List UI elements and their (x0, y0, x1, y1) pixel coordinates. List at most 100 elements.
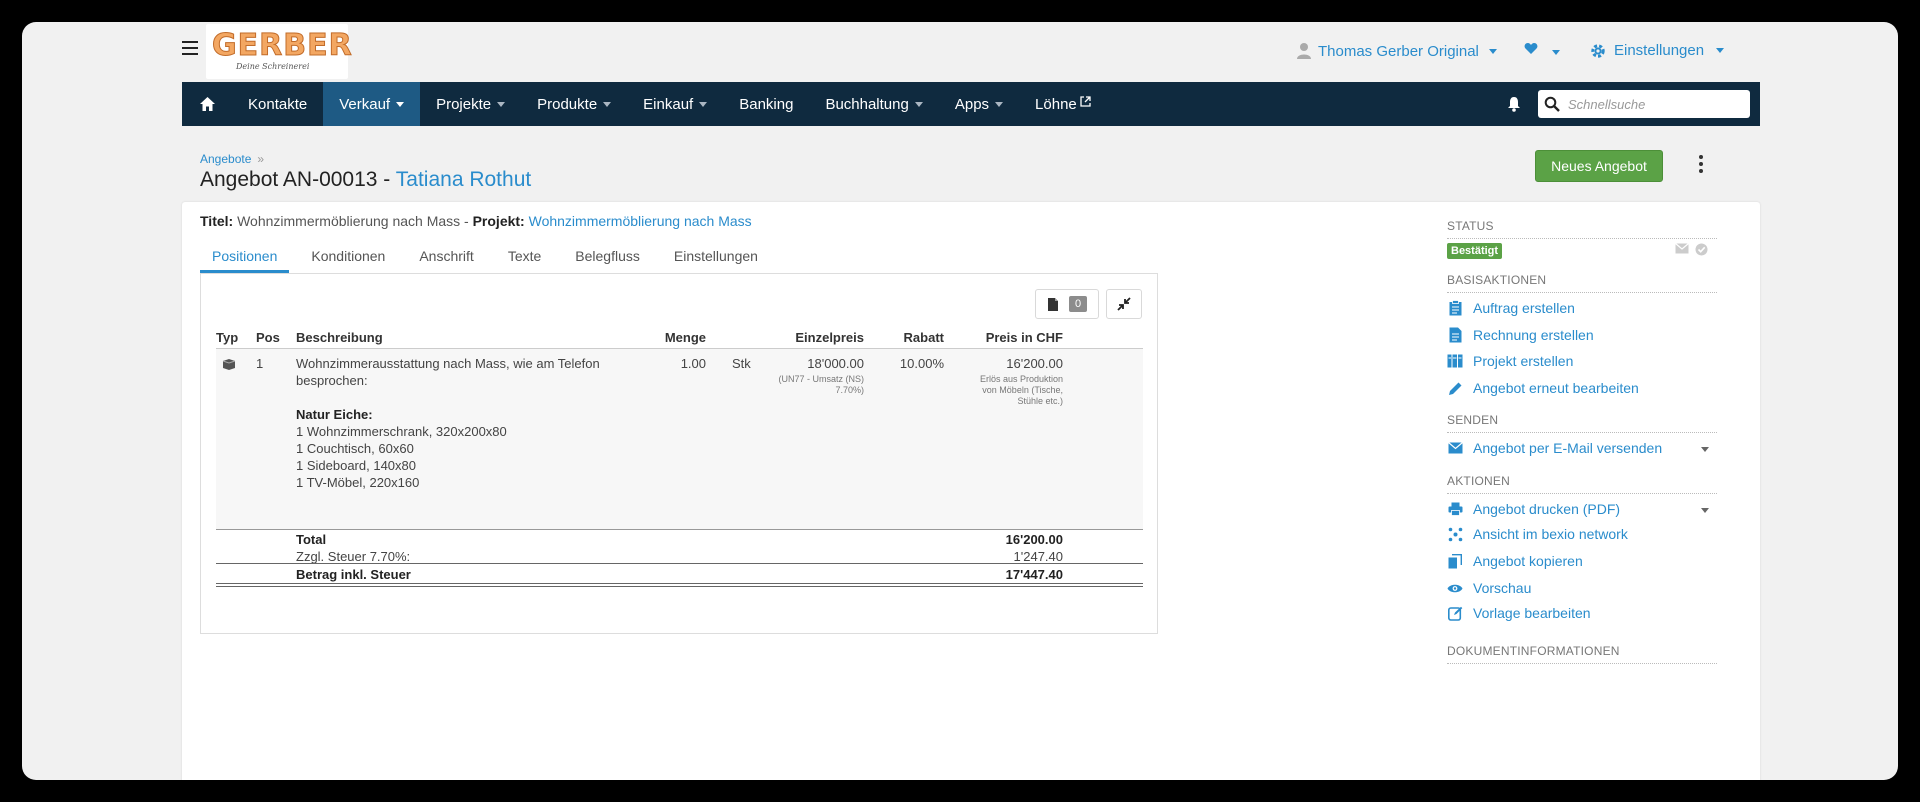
project-link[interactable]: Wohnzimmermöblierung nach Mass (529, 213, 752, 229)
print-pdf-link[interactable]: Angebot drucken (PDF) (1447, 501, 1620, 517)
printer-icon (1448, 502, 1462, 516)
account-note-line: Stühle etc.) (1017, 396, 1063, 406)
documents-button[interactable]: 0 (1035, 289, 1099, 319)
edit-template-link[interactable]: Vorlage bearbeiten (1447, 605, 1591, 621)
send-email-link[interactable]: Angebot per E-Mail versenden (1447, 440, 1662, 456)
row-preis: 16'200.00 (1006, 356, 1063, 371)
collapse-button[interactable] (1106, 289, 1142, 319)
desc-line: besprochen: (296, 373, 368, 388)
link-label: Angebot kopieren (1473, 553, 1583, 569)
nav-label: Verkauf (339, 95, 391, 113)
col-header-typ: Typ (216, 330, 239, 345)
row-description[interactable]: Wohnzimmerausstattung nach Mass, wie am … (296, 355, 626, 491)
notifications-button[interactable] (1498, 96, 1530, 112)
project-label: Projekt: (472, 213, 525, 229)
row-einzelpreis: 18'000.00 (807, 356, 864, 371)
tax-note-line: (UN77 - Umsatz (NS) (778, 374, 864, 384)
senden-heading: Senden (1447, 413, 1717, 433)
quick-search[interactable] (1538, 90, 1750, 118)
nav-label: Löhne (1035, 95, 1077, 113)
nav-label: Kontakte (248, 95, 308, 113)
company-logo[interactable]: GERBER Deine Schreinerei (206, 24, 352, 79)
grand-total-divider (216, 563, 1143, 564)
row-menge: 1.00 (680, 356, 706, 371)
bexio-network-link[interactable]: Ansicht im bexio network (1447, 526, 1628, 542)
create-order-link[interactable]: Auftrag erstellen (1447, 300, 1575, 316)
top-bar: GERBER Deine Schreinerei Thomas Gerber O… (22, 22, 1898, 82)
nav-item-loehne[interactable]: Löhne (1019, 82, 1107, 126)
nav-label: Projekte (436, 95, 492, 113)
chevron-down-icon (497, 101, 506, 107)
settings-menu[interactable]: Einstellungen (1590, 42, 1725, 59)
user-menu[interactable]: Thomas Gerber Original (1296, 42, 1497, 60)
status-heading: Status (1447, 219, 1717, 239)
document-count: 0 (1068, 296, 1088, 312)
edit-offer-link[interactable]: Angebot erneut bearbeiten (1447, 380, 1639, 396)
desc-line: Wohnzimmerausstattung nach Mass, wie am … (296, 356, 600, 371)
search-input[interactable] (1568, 96, 1738, 112)
aktionen-heading: Aktionen (1447, 474, 1717, 494)
row-pos: 1 (256, 356, 264, 371)
title-label: Titel: (200, 213, 234, 229)
favorites-menu[interactable] (1524, 42, 1561, 59)
chevron-down-icon (1716, 48, 1725, 53)
preview-link[interactable]: Vorschau (1447, 580, 1531, 596)
tab-anschrift[interactable]: Anschrift (407, 238, 485, 273)
link-label: Vorschau (1473, 580, 1532, 596)
nav-item-produkte[interactable]: Produkte (521, 82, 627, 126)
chevron-down-icon (914, 101, 923, 107)
nav-item-buchhaltung[interactable]: Buchhaltung (809, 82, 938, 126)
nav-home[interactable] (182, 82, 232, 126)
link-label: Auftrag erstellen (1473, 300, 1575, 316)
print-options-chevron-icon[interactable] (1701, 508, 1709, 513)
user-name: Thomas Gerber Original (1318, 42, 1479, 60)
app-window: GERBER Deine Schreinerei Thomas Gerber O… (22, 22, 1898, 780)
nav-item-banking[interactable]: Banking (723, 82, 809, 126)
send-options-chevron-icon[interactable] (1701, 447, 1709, 452)
network-icon (1448, 527, 1462, 541)
tab-konditionen[interactable]: Konditionen (299, 238, 397, 273)
tab-einstellungen[interactable]: Einstellungen (662, 238, 770, 273)
link-label: Angebot per E-Mail versenden (1473, 440, 1663, 456)
row-tax-note: (UN77 - Umsatz (NS) 7.70%) (764, 374, 864, 396)
envelope-icon (1447, 442, 1463, 454)
compress-icon (1117, 297, 1131, 311)
breadcrumb[interactable]: Angebote » (200, 152, 264, 166)
new-offer-button[interactable]: Neues Angebot (1535, 150, 1663, 182)
clipboard-icon (1449, 300, 1461, 316)
create-project-link[interactable]: Projekt erstellen (1447, 353, 1573, 369)
breadcrumb-link[interactable]: Angebote (200, 152, 251, 166)
chevron-down-icon (1552, 50, 1561, 55)
create-invoice-link[interactable]: Rechnung erstellen (1447, 327, 1594, 343)
more-options-icon[interactable] (1695, 155, 1707, 177)
tab-positionen[interactable]: Positionen (200, 238, 290, 273)
nav-label: Buchhaltung (825, 95, 909, 113)
row-account-note: Erlös aus Produktion von Möbeln (Tische,… (953, 374, 1063, 407)
link-label: Vorlage bearbeiten (1473, 605, 1591, 621)
tab-texte[interactable]: Texte (496, 238, 553, 273)
link-label: Ansicht im bexio network (1473, 526, 1628, 542)
tab-belegfluss[interactable]: Belegfluss (563, 238, 652, 273)
offer-meta: Titel: Wohnzimmermöblierung nach Mass - … (200, 213, 752, 229)
desc-item: 1 Couchtisch, 60x60 (296, 441, 414, 456)
nav-item-apps[interactable]: Apps (939, 82, 1019, 126)
account-note-line: von Möbeln (Tische, (982, 385, 1063, 395)
docinfo-heading: Dokumentinformationen (1447, 644, 1717, 664)
nav-item-einkauf[interactable]: Einkauf (627, 82, 723, 126)
client-link[interactable]: Tatiana Rothut (396, 168, 531, 191)
col-header-rabatt: Rabatt (903, 330, 944, 345)
basis-heading: Basisaktionen (1447, 273, 1717, 293)
desc-spacer (296, 389, 626, 406)
total-label: Total (296, 532, 327, 547)
chevron-down-icon (1488, 48, 1497, 54)
copy-offer-link[interactable]: Angebot kopieren (1447, 553, 1583, 569)
row-unit: Stk (732, 356, 751, 371)
nav-item-verkauf[interactable]: Verkauf (323, 82, 421, 126)
nav-item-kontakte[interactable]: Kontakte (232, 82, 323, 126)
hamburger-menu-icon[interactable] (182, 41, 198, 55)
breadcrumb-separator: » (257, 152, 265, 166)
tax-note-line: 7.70%) (835, 385, 864, 395)
nav-item-projekte[interactable]: Projekte (420, 82, 521, 126)
section-title: Aktionen (1447, 474, 1510, 488)
title-value: Wohnzimmermöblierung nach Mass - (237, 213, 469, 229)
